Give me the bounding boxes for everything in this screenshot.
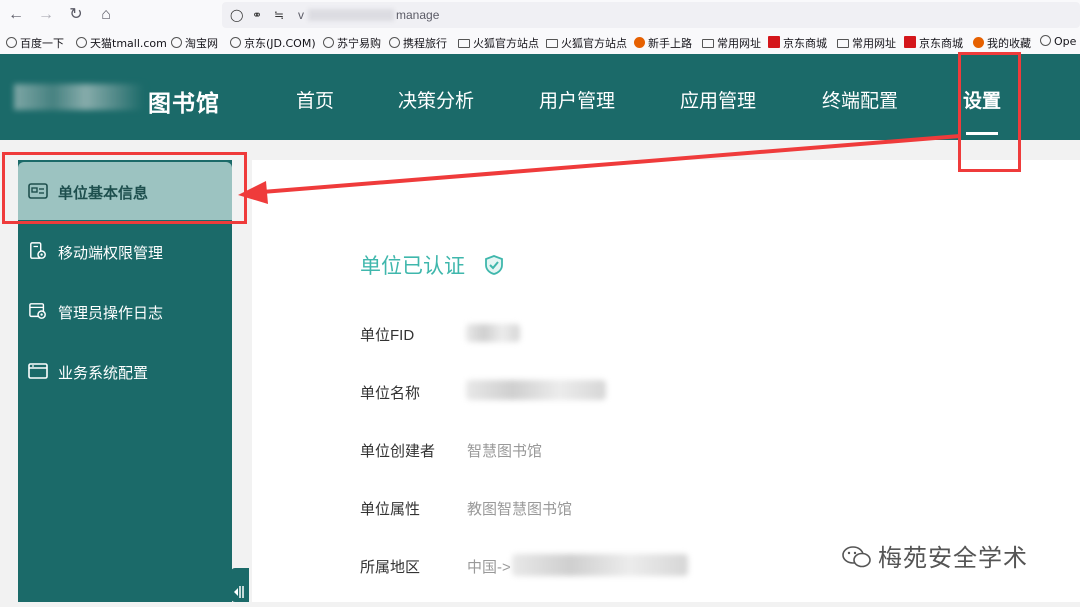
url-prefix: v [298, 8, 304, 22]
forward-arrow-icon[interactable]: → [36, 5, 56, 25]
watermark: 梅苑安全学术 [842, 538, 1028, 573]
permissions-icon[interactable]: ≒ [274, 8, 284, 22]
nav-terminal-config[interactable]: 终端配置 [822, 86, 898, 113]
folder-icon [702, 39, 714, 48]
url-redaction [308, 9, 394, 21]
globe-icon [1040, 35, 1051, 46]
sidebar-item-label: 业务系统配置 [58, 365, 149, 382]
field-value-region: 中国-> [467, 559, 511, 576]
annotation-box-settings [958, 52, 1021, 172]
sidebar-item-mobile-permissions[interactable]: 移动端权限管理 [18, 222, 232, 280]
field-label-fid: 单位FID [360, 327, 415, 344]
nav-user-management[interactable]: 用户管理 [539, 86, 615, 113]
bookmark-item[interactable]: 百度一下 [6, 35, 64, 51]
sidebar-item-admin-logs[interactable]: 管理员操作日志 [18, 282, 232, 340]
folder-icon [837, 39, 849, 48]
jd-icon [768, 36, 780, 48]
sidebar-item-label: 管理员操作日志 [58, 305, 164, 322]
bookmark-item[interactable]: 携程旅行 [389, 35, 447, 51]
field-label-creator: 单位创建者 [360, 443, 436, 460]
field-value-creator: 智慧图书馆 [467, 443, 543, 460]
bookmark-item[interactable]: Ope [1040, 35, 1076, 48]
bookmark-item[interactable]: 苏宁易购 [323, 35, 381, 51]
bookmark-item[interactable]: 火狐官方站点 [546, 35, 627, 51]
home-icon[interactable]: ⌂ [96, 5, 116, 25]
sidebar-item-label: 移动端权限管理 [58, 245, 164, 262]
window-icon [28, 363, 48, 379]
address-bar[interactable]: ◯ ⚭ ≒ v manage [222, 2, 1080, 28]
bookmark-item[interactable]: 京东商城 [904, 35, 963, 51]
bookmark-item[interactable]: 新手上路 [634, 35, 692, 51]
mobile-settings-icon [30, 242, 46, 259]
annotation-box-sidebar [2, 152, 247, 224]
globe-icon [76, 37, 87, 48]
nav-home[interactable]: 首页 [296, 86, 334, 113]
reload-icon[interactable]: ↻ [66, 5, 86, 25]
browser-toolbar: ← → ↻ ⌂ ◯ ⚭ ≒ v manage [0, 0, 1080, 30]
field-value-attribute: 教图智慧图书馆 [467, 501, 573, 518]
bookmark-item[interactable]: 天猫tmall.com [76, 35, 167, 51]
bookmarks-bar: 百度一下 天猫tmall.com 淘宝网 京东(JD.COM) 苏宁易购 携程旅… [0, 30, 1080, 55]
verified-shield-icon [484, 255, 503, 275]
wechat-icon [842, 546, 871, 568]
fid-redaction [466, 324, 520, 342]
bookmark-item[interactable]: 常用网址 [837, 35, 896, 51]
field-label-unit-name: 单位名称 [360, 385, 421, 402]
star-icon [973, 37, 984, 48]
app-logo-text[interactable]: 图书馆 [148, 84, 220, 118]
shield-icon[interactable]: ◯ [230, 8, 243, 22]
globe-icon [323, 37, 334, 48]
collapse-icon [234, 586, 244, 598]
logo-redaction [14, 84, 144, 110]
firefox-icon [634, 37, 645, 48]
back-arrow-icon[interactable]: ← [6, 5, 26, 25]
globe-icon [6, 37, 17, 48]
field-label-region: 所属地区 [360, 559, 421, 576]
sidebar-item-business-config[interactable]: 业务系统配置 [18, 342, 232, 400]
globe-icon [171, 37, 182, 48]
lock-slash-icon[interactable]: ⚭ [252, 8, 262, 22]
unit-name-redaction [466, 380, 606, 400]
folder-icon [546, 39, 558, 48]
field-label-attribute: 单位属性 [360, 501, 421, 518]
nav-decision-analysis[interactable]: 决策分析 [398, 86, 474, 113]
region-redaction [512, 554, 688, 576]
bookmark-item[interactable]: 常用网址 [702, 35, 761, 51]
main-content [252, 160, 1080, 602]
bookmark-item[interactable]: 京东(JD.COM) [230, 35, 316, 51]
log-settings-icon [29, 303, 46, 319]
jd-icon [904, 36, 916, 48]
bookmark-item[interactable]: 京东商城 [768, 35, 827, 51]
folder-icon [458, 39, 470, 48]
nav-app-management[interactable]: 应用管理 [680, 86, 756, 113]
bookmark-item[interactable]: 我的收藏 [973, 35, 1031, 51]
globe-icon [389, 37, 400, 48]
globe-icon [230, 37, 241, 48]
bookmark-item[interactable]: 火狐官方站点 [458, 35, 539, 51]
bookmark-item[interactable]: 淘宝网 [171, 35, 218, 51]
certified-title: 单位已认证 [360, 250, 505, 280]
sidebar-collapse-button[interactable] [231, 568, 249, 602]
url-text: manage [396, 8, 440, 22]
